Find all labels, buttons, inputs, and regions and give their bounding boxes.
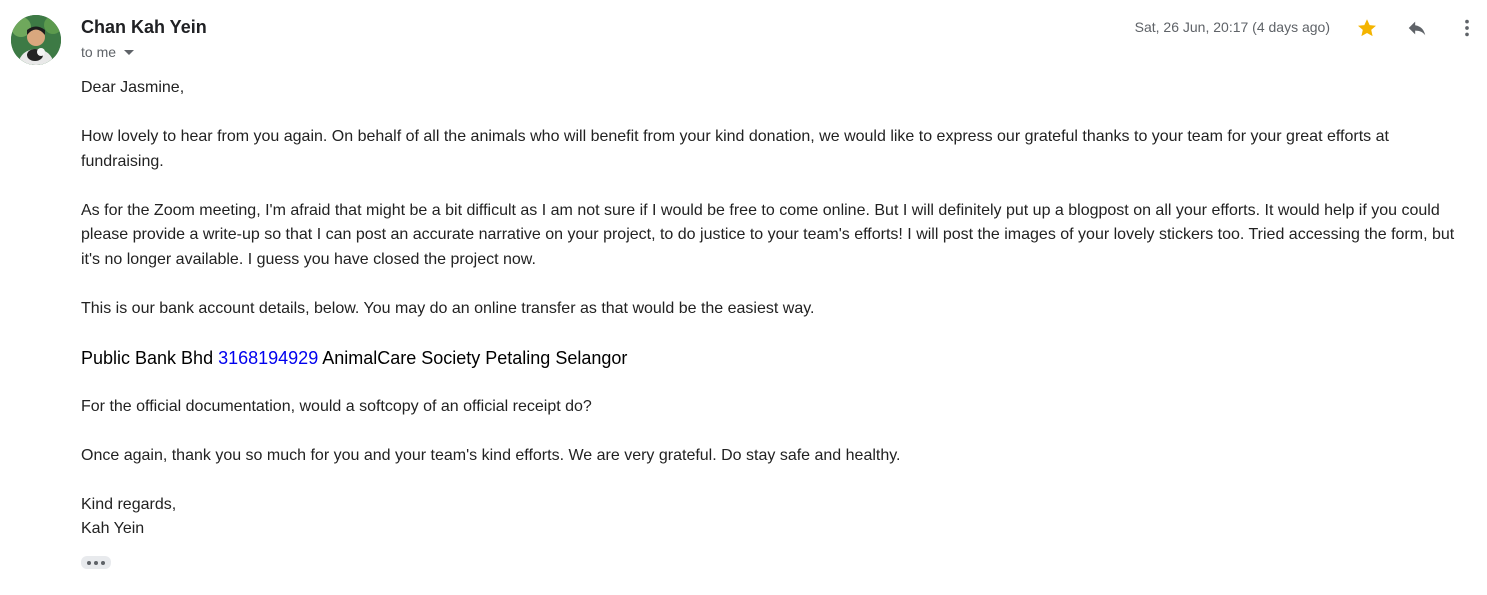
- more-options-button[interactable]: [1453, 14, 1481, 42]
- message-paragraph: As for the Zoom meeting, I'm afraid that…: [81, 201, 1455, 268]
- reply-icon: [1408, 21, 1426, 36]
- greeting: Dear Jasmine,: [81, 79, 185, 96]
- account-name: AnimalCare Society Petaling Selangor: [318, 347, 628, 368]
- signature: Kah Yein: [81, 520, 145, 537]
- avatar-photo-icon: [11, 15, 61, 65]
- sender-avatar[interactable]: [11, 15, 61, 65]
- bank-name: Public Bank Bhd: [81, 347, 219, 368]
- message-timestamp: Sat, 26 Jun, 20:17 (4 days ago): [1134, 19, 1330, 35]
- signoff: Kind regards,: [81, 495, 177, 513]
- email-message: Chan Kah Yein to me Sat, 26 Jun, 20:17 (…: [0, 0, 1487, 595]
- ellipsis-dot: [101, 560, 105, 565]
- message-paragraph: This is our bank account details, below.…: [81, 299, 815, 317]
- chevron-down-icon[interactable]: [124, 50, 135, 55]
- message-paragraph: Once again, thank you so much for you an…: [81, 446, 901, 464]
- ellipsis-dot: [87, 560, 91, 565]
- star-icon: [1358, 19, 1376, 37]
- star-button[interactable]: [1353, 14, 1381, 42]
- ellipsis-dot: [94, 560, 98, 565]
- message-paragraph: How lovely to hear from you again. On be…: [81, 128, 1389, 170]
- recipient-label: to me: [81, 44, 117, 60]
- bank-details: Public Bank Bhd 3168194929 AnimalCare So…: [81, 346, 1476, 370]
- message-paragraph: For the official documentation, would a …: [81, 397, 592, 415]
- show-trimmed-content-button[interactable]: [81, 556, 111, 569]
- reply-button[interactable]: [1403, 14, 1431, 42]
- message-body: Dear Jasmine, How lovely to hear from yo…: [81, 76, 1476, 542]
- sender-name[interactable]: Chan Kah Yein: [81, 17, 207, 38]
- account-number-link[interactable]: 3168194929: [218, 348, 318, 368]
- more-vert-icon: [1465, 19, 1469, 37]
- recipient-details-toggle[interactable]: to me: [81, 44, 135, 60]
